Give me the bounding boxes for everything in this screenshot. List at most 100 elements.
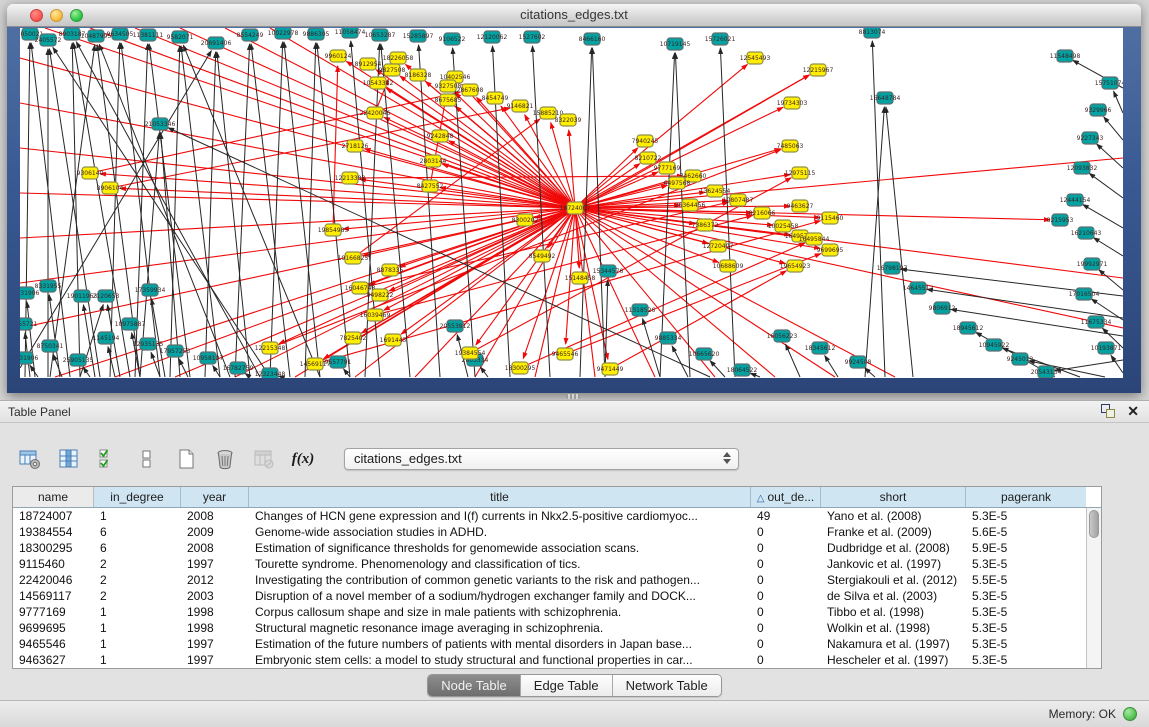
table-row[interactable]: 1456911722003Disruption of a novel membe… (13, 588, 1086, 604)
table-row[interactable]: 1830029562008Estimation of significance … (13, 540, 1086, 556)
float-panel-icon[interactable] (1101, 404, 1115, 418)
table-cell: 0 (751, 524, 821, 540)
table-vertical-scrollbar[interactable] (1086, 508, 1101, 668)
scrollbar-thumb[interactable] (1089, 510, 1099, 538)
network-node-label: 20543134 (1031, 369, 1062, 376)
column-header-title[interactable]: title (249, 487, 751, 507)
table-cell: Corpus callosum shape and size in male p… (249, 604, 751, 620)
panel-resize-strip[interactable] (0, 393, 1149, 400)
network-node-label: 17359934 (135, 287, 166, 294)
table-cell: Stergiakouli et al. (2012) (821, 572, 966, 588)
network-node-label: 16798197 (877, 265, 908, 272)
table-cell: 1 (94, 652, 181, 668)
network-edge (72, 43, 80, 377)
network-edge (865, 368, 875, 377)
network-node-label: 18064522 (727, 367, 758, 374)
network-node-label: 9463627 (787, 203, 814, 210)
network-edge (83, 367, 90, 377)
table-cell: 0 (751, 636, 821, 652)
network-node-label: 9245012 (1007, 356, 1034, 363)
delete-columns-icon[interactable] (213, 447, 237, 471)
column-header-year[interactable]: year (181, 487, 249, 507)
column-header-name[interactable]: name (13, 487, 94, 507)
network-node-label: 8216066 (749, 210, 776, 217)
table-row[interactable]: 969969511998Structural magnetic resonanc… (13, 620, 1086, 636)
network-node-label: 9699695 (817, 247, 844, 254)
network-node-label: 9885334 (655, 335, 682, 342)
network-node-label: 15344576 (593, 268, 624, 275)
column-header-in-degree[interactable]: in_degree (94, 487, 181, 507)
network-edge (149, 44, 190, 377)
network-node-label: 12120062 (477, 34, 508, 41)
column-header-pagerank[interactable]: pagerank (966, 487, 1086, 507)
network-node-label: 16056223 (767, 333, 798, 340)
network-edge (1094, 238, 1123, 256)
network-edge (235, 44, 250, 377)
network-edge (419, 45, 440, 377)
network-node-label: 6497568 (664, 180, 691, 187)
table-cell: 5.3E-5 (966, 636, 1086, 652)
table-row[interactable]: 1872400712008Changes of HCN gene express… (13, 508, 1086, 524)
network-edge (161, 133, 180, 377)
network-edge (865, 107, 884, 377)
network-node-label: 9582071 (167, 34, 194, 41)
deselect-all-icon[interactable] (135, 447, 159, 471)
network-node-label: 16782759 (223, 365, 254, 372)
network-canvas[interactable]: 9050021240557289031871048799596345051138… (20, 28, 1123, 378)
network-node-label: 8331955 (35, 283, 62, 290)
table-select-dropdown[interactable]: citations_edges.txt (344, 448, 739, 470)
node-table: name in_degree year title △out_de... sho… (12, 486, 1102, 669)
table-row[interactable]: 977716911998Corpus callosum shape and si… (13, 604, 1086, 620)
network-node-label: 2120653 (93, 293, 120, 300)
function-builder-icon[interactable]: f(x) (291, 447, 315, 471)
select-all-icon[interactable] (96, 447, 120, 471)
table-mode-icon[interactable] (18, 447, 42, 471)
table-row[interactable]: 946554611997Estimation of the future num… (13, 636, 1086, 652)
close-panel-icon[interactable]: ✕ (1127, 404, 1139, 418)
table-cell: 19384554 (13, 524, 94, 540)
table-row[interactable]: 1938455462009Genome-wide association stu… (13, 524, 1086, 540)
network-edge (825, 356, 838, 377)
network-node-label: 20553812 (440, 323, 471, 330)
delete-table-icon[interactable] (252, 447, 276, 471)
network-edge (351, 41, 380, 377)
table-row[interactable]: 946362711997Embryonic stem cells: a mode… (13, 652, 1086, 668)
network-edge (575, 208, 895, 377)
network-node-label: 1691443 (380, 337, 407, 344)
table-cell: 5.3E-5 (966, 620, 1086, 636)
table-cell: Yano et al. (2008) (821, 508, 966, 524)
table-cell: Disruption of a novel member of a sodium… (249, 588, 751, 604)
table-cell: Embryonic stem cells: a model to study s… (249, 652, 751, 668)
table-cell: 0 (751, 588, 821, 604)
tab-edge-table[interactable]: Edge Table (521, 675, 613, 696)
network-node-label: 9777169 (654, 165, 681, 172)
table-cell: Estimation of the future numbers of pati… (249, 636, 751, 652)
network-node-label: 12444154 (1060, 197, 1091, 204)
network-node-label: 12323448 (255, 371, 286, 378)
table-cell: Genome-wide association studies in ADHD. (249, 524, 751, 540)
network-edge (20, 208, 575, 238)
table-select-value: citations_edges.txt (354, 451, 462, 466)
new-column-icon[interactable] (174, 447, 198, 471)
tab-node-table[interactable]: Node Table (428, 675, 521, 696)
network-node-label: 12215348 (255, 345, 286, 352)
window-titlebar[interactable]: citations_edges.txt (7, 4, 1141, 27)
column-header-out-degree[interactable]: △out_de... (751, 487, 821, 507)
network-view-frame: 9050021240557289031871048799596345051138… (7, 27, 1141, 393)
table-row[interactable]: 2242004622012Investigating the contribut… (13, 572, 1086, 588)
network-edge (886, 107, 913, 377)
network-node-label: 22420046 (360, 110, 391, 117)
network-edge (1089, 173, 1123, 198)
table-tabbar: Node TableEdge TableNetwork Table (0, 674, 1149, 697)
table-row[interactable]: 911546021997Tourette syndrome. Phenomeno… (13, 556, 1086, 572)
table-cell: 2 (94, 572, 181, 588)
network-edge (872, 41, 885, 377)
column-header-short[interactable]: short (821, 487, 966, 507)
network-node-label: 8675685 (435, 97, 462, 104)
show-columns-icon[interactable] (57, 447, 81, 471)
resize-handle-icon[interactable] (566, 394, 580, 399)
table-cell: Tourette syndrome. Phenomenology and cla… (249, 556, 751, 572)
network-node-label: 10025458 (768, 223, 799, 230)
tab-network-table[interactable]: Network Table (613, 675, 721, 696)
table-cell: Hescheler et al. (1997) (821, 652, 966, 668)
